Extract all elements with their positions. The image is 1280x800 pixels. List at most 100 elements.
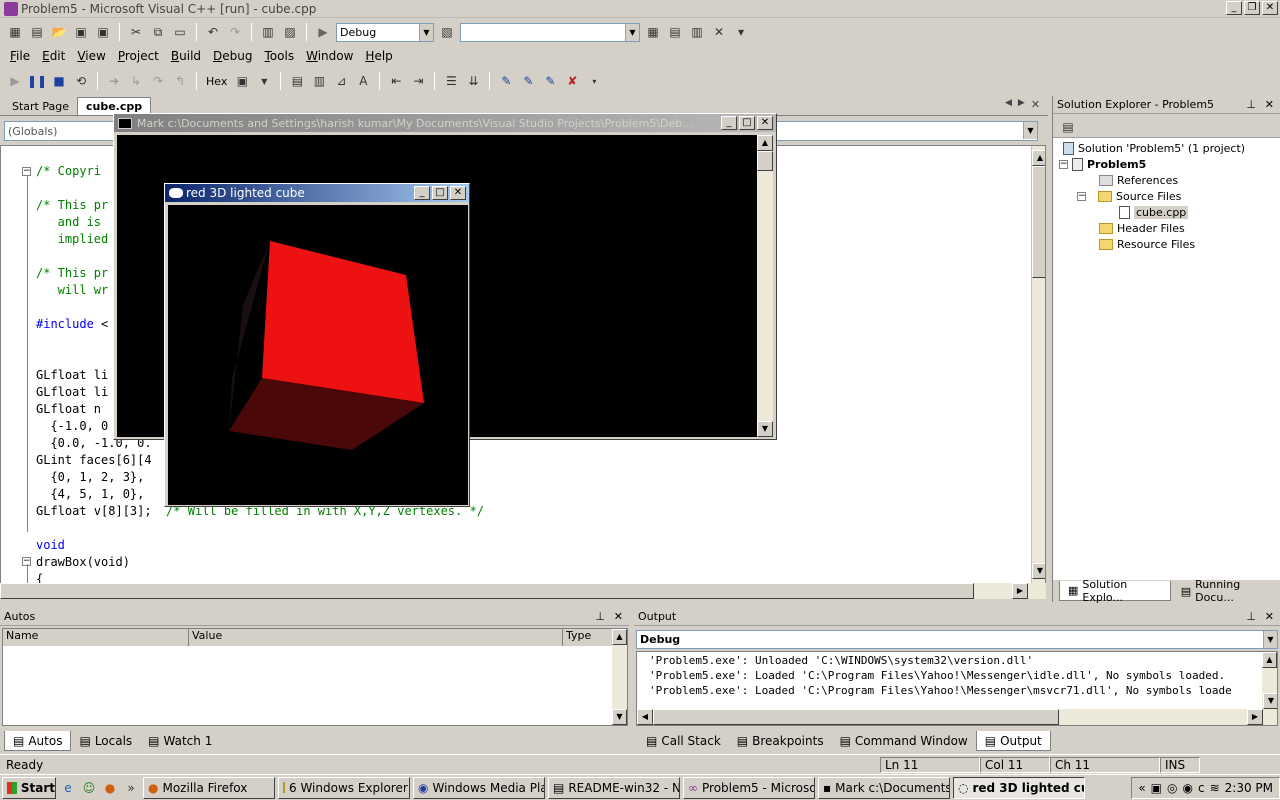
wireless-icon[interactable]: ≋ bbox=[1210, 781, 1220, 795]
copy-icon[interactable]: ⧉ bbox=[149, 23, 167, 41]
close-icon[interactable]: ✕ bbox=[1265, 610, 1274, 623]
tree-item-cube-cpp[interactable]: cube.cpp bbox=[1119, 204, 1189, 220]
tab-start-page[interactable]: Start Page bbox=[4, 98, 77, 115]
tray-expand-icon[interactable]: « bbox=[1138, 781, 1145, 795]
close-button[interactable]: ✕ bbox=[450, 186, 466, 200]
minimize-button[interactable]: _ bbox=[414, 186, 430, 200]
scroll-tabs-left-icon[interactable]: ◀ bbox=[1005, 98, 1012, 111]
chevron-down-icon[interactable]: ▼ bbox=[255, 72, 273, 90]
save-icon[interactable]: ▣ bbox=[72, 23, 90, 41]
cut-icon[interactable]: ✂ bbox=[127, 23, 145, 41]
breakpoints-icon[interactable]: ▣ bbox=[233, 72, 251, 90]
console-scrollbar[interactable]: ▲ ▼ bbox=[757, 135, 773, 437]
solution-explorer-icon[interactable]: ▦ bbox=[644, 23, 662, 41]
tab-call-stack[interactable]: ▤ Call Stack bbox=[638, 731, 729, 751]
find-icon[interactable]: ▨ bbox=[281, 23, 299, 41]
more-icon[interactable]: ▾ bbox=[732, 23, 750, 41]
step-into-icon[interactable]: ↳ bbox=[127, 72, 145, 90]
tab-watch-1[interactable]: ▤ Watch 1 bbox=[140, 731, 220, 751]
tree-item-source-files[interactable]: − Source Files bbox=[1077, 188, 1181, 204]
firefox-icon[interactable]: ● bbox=[101, 779, 119, 797]
next-bookmark-2-icon[interactable]: ✎ bbox=[519, 72, 537, 90]
clear-bookmarks-icon[interactable]: ✘ bbox=[563, 72, 581, 90]
menu-project[interactable]: Project bbox=[112, 49, 165, 63]
close-icon[interactable]: ✕ bbox=[614, 610, 623, 623]
break-all-icon[interactable]: ❚❚ bbox=[27, 72, 47, 90]
pin-icon[interactable]: ⊥ bbox=[1246, 98, 1256, 111]
tools-icon[interactable]: ✕ bbox=[710, 23, 728, 41]
tab-locals[interactable]: ▤ Locals bbox=[71, 731, 140, 751]
tree-item-header-files[interactable]: Header Files bbox=[1099, 220, 1185, 236]
indent-icon[interactable]: ⇤ bbox=[387, 72, 405, 90]
chevron-down-icon[interactable]: ▾ bbox=[585, 72, 603, 90]
minimize-button[interactable]: _ bbox=[1226, 1, 1242, 15]
undo-icon[interactable]: ↶ bbox=[204, 23, 222, 41]
menu-build[interactable]: Build bbox=[165, 49, 207, 63]
messenger-icon[interactable]: ☺ bbox=[80, 779, 98, 797]
restore-button[interactable]: ❐ bbox=[1244, 1, 1260, 15]
more-quicklaunch-icon[interactable]: » bbox=[122, 779, 140, 797]
hex-toggle[interactable]: Hex bbox=[204, 75, 229, 88]
font-icon[interactable]: A bbox=[354, 72, 372, 90]
autos-scrollbar[interactable]: ▲ ▼ bbox=[612, 629, 627, 725]
scroll-down-icon[interactable]: ▼ bbox=[1032, 563, 1045, 579]
h-scroll-thumb[interactable] bbox=[0, 583, 974, 599]
scroll-down-icon[interactable]: ▼ bbox=[1263, 693, 1277, 709]
maximize-button[interactable]: □ bbox=[432, 186, 448, 200]
update-icon[interactable]: ◉ bbox=[1182, 781, 1192, 795]
save-all-icon[interactable]: ▣ bbox=[94, 23, 112, 41]
paste-icon[interactable]: ▭ bbox=[171, 23, 189, 41]
tab-solution-explorer[interactable]: ▦ Solution Explo... bbox=[1059, 578, 1171, 604]
start-button[interactable]: Start bbox=[2, 776, 56, 799]
solution-config-combo[interactable]: Debug ▼ bbox=[336, 22, 434, 42]
close-button[interactable]: ✕ bbox=[1262, 1, 1278, 15]
taskbar-button-firefox[interactable]: ● Mozilla Firefox bbox=[143, 776, 275, 799]
editor-horizontal-scrollbar[interactable]: ▶ bbox=[0, 583, 1046, 599]
volume-icon[interactable]: ◎ bbox=[1167, 781, 1177, 795]
menu-view[interactable]: View bbox=[71, 49, 111, 63]
network-icon[interactable]: ▣ bbox=[1151, 781, 1162, 795]
comment-icon[interactable]: ▤ bbox=[288, 72, 306, 90]
tab-autos[interactable]: ▤ Autos bbox=[4, 731, 72, 751]
collapse-icon[interactable]: − bbox=[22, 167, 31, 176]
pin-icon[interactable]: ⊥ bbox=[595, 610, 605, 623]
taskbar-button-notepad[interactable]: ▤ README-win32 - N... bbox=[548, 776, 680, 799]
gl-canvas[interactable] bbox=[168, 205, 468, 505]
toolbox-icon[interactable]: ▥ bbox=[688, 23, 706, 41]
outdent-icon[interactable]: ⇥ bbox=[409, 72, 427, 90]
menu-edit[interactable]: Edit bbox=[36, 49, 71, 63]
next-bookmark-icon[interactable]: ⇊ bbox=[464, 72, 482, 90]
tree-item-project[interactable]: − Problem5 bbox=[1059, 156, 1146, 172]
stop-icon[interactable]: ■ bbox=[50, 72, 68, 90]
scroll-up-icon[interactable]: ▲ bbox=[1262, 652, 1277, 668]
close-document-icon[interactable]: ✕ bbox=[1031, 98, 1040, 111]
scroll-right-icon[interactable]: ▶ bbox=[1247, 709, 1263, 725]
step-out-icon[interactable]: ↰ bbox=[171, 72, 189, 90]
scroll-up-icon[interactable]: ▲ bbox=[757, 135, 773, 151]
taskbar-button-visual-studio[interactable]: ∞Problem5 - Microsof... bbox=[683, 776, 815, 799]
scroll-tabs-right-icon[interactable]: ▶ bbox=[1018, 98, 1025, 111]
scroll-thumb[interactable] bbox=[757, 151, 773, 171]
console-title-bar[interactable]: Mark c:\Documents and Settings\harish ku… bbox=[114, 114, 776, 132]
navigate-icon[interactable]: ▥ bbox=[259, 23, 277, 41]
editor-vertical-scrollbar[interactable]: ▲ ▼ bbox=[1031, 146, 1045, 583]
clock[interactable]: 2:30 PM bbox=[1225, 781, 1273, 795]
citi-icon[interactable]: c bbox=[1198, 781, 1205, 795]
open-folder-icon[interactable]: 📂 bbox=[50, 23, 68, 41]
bookmark-icon[interactable]: ✎ bbox=[497, 72, 515, 90]
output-text-area[interactable]: 'Problem5.exe': Unloaded 'C:\WINDOWS\sys… bbox=[636, 651, 1278, 726]
close-icon[interactable]: ✕ bbox=[1265, 98, 1274, 111]
step-over-icon[interactable]: ↷ bbox=[149, 72, 167, 90]
tab-breakpoints[interactable]: ▤ Breakpoints bbox=[729, 731, 832, 751]
restart-icon[interactable]: ⟲ bbox=[72, 72, 90, 90]
tab-command-window[interactable]: ▤ Command Window bbox=[832, 731, 976, 751]
taskbar-button-console[interactable]: ▪Mark c:\Documents... bbox=[818, 776, 950, 799]
properties-icon[interactable]: ▤ bbox=[666, 23, 684, 41]
scroll-thumb[interactable] bbox=[1032, 166, 1045, 278]
column-value[interactable]: Value bbox=[189, 629, 563, 646]
prev-bookmark-icon[interactable]: ✎ bbox=[541, 72, 559, 90]
tab-running-documents[interactable]: ▤ Running Docu... bbox=[1173, 578, 1280, 604]
new-project-icon[interactable]: ▦ bbox=[6, 23, 24, 41]
find-in-files-icon[interactable]: ▧ bbox=[438, 23, 456, 41]
menu-window[interactable]: Window bbox=[300, 49, 359, 63]
